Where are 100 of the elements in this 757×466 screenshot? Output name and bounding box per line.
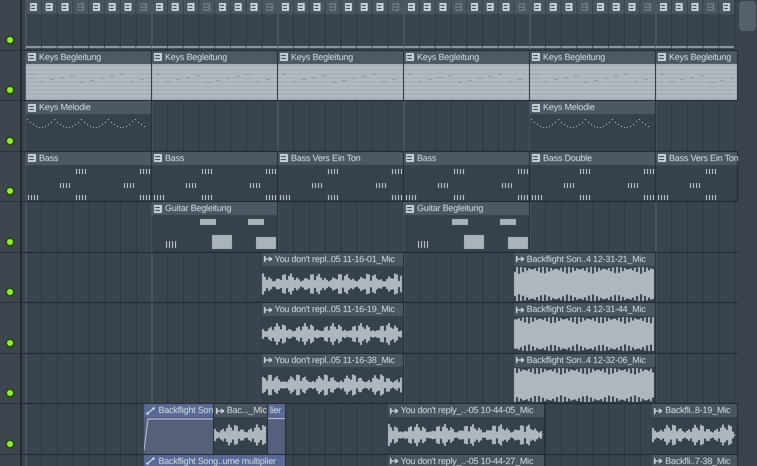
track-led[interactable] [5,338,15,348]
pattern-icon [406,154,414,162]
track-led[interactable] [5,34,15,44]
pattern-clip[interactable]: Keys Begleitung [404,50,530,100]
automation-clip[interactable]: lier [268,404,286,454]
audio-clip[interactable]: Backfli..7-38_Mic [652,454,738,466]
pattern-clip[interactable]: Keys Begleitung [278,50,404,100]
audio-clip-icon [516,306,524,312]
pattern-clip[interactable]: Keys Melodie [26,101,152,150]
clip-name: Backfli..7-38_Mic [665,456,730,466]
track-led[interactable] [5,236,15,246]
pattern-clip[interactable]: Guitar Begleitung [152,202,278,252]
clip-name: You don't reply_..-05 10-44-05_Mic [400,406,534,415]
clip-name: Guitar Begleitung [417,204,484,213]
pattern-clip[interactable]: Bass Vers Ein Ton [278,152,404,201]
automation-icon [146,457,156,465]
pattern-icon [280,53,288,61]
pattern-clip[interactable]: Bass Vers Ein Ton [656,152,738,201]
clip-name: Backflight Son..4 12-31-21_Mic [526,254,646,264]
clip-name: Keys Begleitung [543,52,606,62]
audio-clip-icon [216,408,224,414]
clip-name: Backflight Son..4 12-31-44_Mic [526,305,646,314]
audio-clip-icon [264,306,272,312]
clip-name: You don't repl..05 11-16-01_Mic [274,254,395,264]
pattern-clip[interactable]: Keys Begleitung [26,50,152,100]
pattern-icon [154,154,162,162]
clip-name: Bass Vers Ein Ton [291,154,360,162]
audio-clip[interactable]: You don't repl..05 11-16-38_Mic [262,354,404,403]
scrollbar-thumb[interactable] [739,1,756,31]
clip-name: You don't repl..05 11-16-38_Mic [274,356,395,364]
pattern-icon [532,53,540,61]
pattern-icon [28,154,36,162]
audio-clip-icon [390,408,398,414]
audio-clip[interactable]: You don't repl..05 11-16-19_Mic [262,303,404,352]
audio-clip[interactable]: Bac..._Mic [214,404,268,454]
pattern-clip[interactable]: Keys Begleitung [656,50,738,100]
track-led[interactable] [5,186,15,196]
pattern-icon [406,204,414,212]
track-led[interactable] [5,287,15,297]
pattern-clip[interactable]: Guitar Begleitung [404,202,530,252]
pattern-clip[interactable]: Bass Double [530,152,656,201]
clip-name: Keys Begleitung [291,52,354,62]
track-led[interactable] [5,85,15,95]
automation-curve-drawing [268,417,285,420]
clip-name: Bac..._Mic [226,406,267,415]
clip-name: Keys Begleitung [669,52,732,62]
clip-name: Keys Begleitung [165,52,228,62]
audio-clip[interactable]: Backflight Son..4 12-31-44_Mic [514,303,656,352]
automation-curve-drawing [144,417,213,451]
audio-clip[interactable]: You don't repl..05 11-16-01_Mic [262,252,404,302]
pattern-icon [658,53,666,61]
clip-name: Bass [165,154,184,162]
clip-name: Backflight Son [158,406,214,415]
clip-name: Bass Double [543,154,592,162]
clip-name: Keys Begleitung [417,52,480,62]
pattern-icon [406,53,414,61]
clip-name: Backfli..8-19_Mic [665,406,730,415]
pattern-clip[interactable]: Keys Melodie [530,101,656,150]
clip-name: lier [270,406,282,415]
pattern-icon [28,53,36,61]
pattern-icon [658,154,666,162]
audio-clip-icon [264,357,272,363]
audio-clip-icon [654,408,662,414]
audio-clip-icon [390,458,398,464]
audio-clip[interactable]: Backfli..8-19_Mic [652,404,738,454]
clip-name: Bass [39,154,58,162]
clip-name: Keys Melodie [543,103,595,112]
pattern-icon [154,53,162,61]
audio-clip[interactable]: Backflight Son..4 12-32-06_Mic [514,354,656,403]
pattern-clip[interactable]: Bass [404,152,530,201]
clip-name: Guitar Begleitung [165,204,232,213]
pattern-icon [28,104,36,112]
scrollbar[interactable] [738,0,757,466]
clip-name: Keys Melodie [39,103,91,112]
audio-clip[interactable]: Backflight Son..4 12-31-21_Mic [514,252,656,302]
automation-clip[interactable]: Backflight Son [144,404,214,454]
clip-name: You don't reply_..-05 10-44-27_Mic [400,456,534,466]
audio-clip-icon [516,357,524,363]
track-led[interactable] [5,438,15,448]
clip-name: You don't repl..05 11-16-19_Mic [274,305,395,314]
track-led[interactable] [5,136,15,146]
automation-clip[interactable]: Backflight Song..ume multiplier [144,454,286,466]
audio-clip-icon [516,256,524,262]
track-led[interactable] [5,388,15,398]
audio-clip[interactable]: You don't reply_..-05 10-44-05_Mic [388,404,546,454]
pattern-icon [532,104,540,112]
pattern-clip[interactable]: Bass [26,152,152,201]
pattern-clip[interactable]: Keys Begleitung [152,50,278,100]
pattern-clip[interactable]: Keys Begleitung [530,50,656,100]
audio-clip-icon [654,458,662,464]
pattern-icon [280,154,288,162]
clip-name: Backflight Song..ume multiplier [158,456,276,466]
clip-name: Keys Begleitung [39,52,102,62]
audio-clip-icon [264,256,272,262]
audio-clip[interactable]: You don't reply_..-05 10-44-27_Mic [388,454,546,466]
pattern-icon [154,204,162,212]
clip-name: Backflight Son..4 12-32-06_Mic [526,356,646,364]
automation-icon [146,406,156,414]
pattern-clip[interactable]: Bass [152,152,278,201]
clip-name: Bass Vers Ein Ton [669,154,738,162]
